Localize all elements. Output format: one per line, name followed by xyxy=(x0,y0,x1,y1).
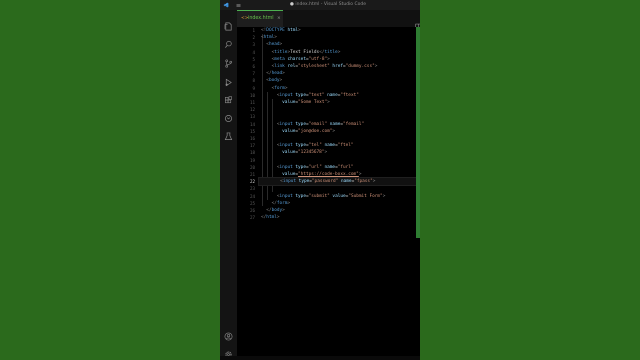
line-number: 2 xyxy=(252,35,255,41)
line-number: 7 xyxy=(252,71,255,77)
search-icon[interactable] xyxy=(224,34,233,48)
line-number: 13 xyxy=(249,114,255,120)
run-debug-icon[interactable] xyxy=(224,72,233,87)
code-line-4: <title>Text Fields</title> xyxy=(271,49,341,55)
code-line-7: </head> xyxy=(266,71,285,77)
vertical-scrollbar[interactable] xyxy=(416,27,420,238)
title-bar: ● index.html - Visual Studio Code xyxy=(220,0,420,10)
code-line-11: value="Some Text"> xyxy=(282,100,330,105)
window-title: ● index.html - Visual Studio Code xyxy=(290,2,366,7)
code-line-6: <link rel="stylesheet" href="dummy.css"> xyxy=(271,64,378,69)
line-number: 12 xyxy=(249,107,255,113)
code-line-8: <body> xyxy=(266,78,283,84)
code-line-17: value="12345678"> xyxy=(282,150,328,156)
split-editor-icon[interactable] xyxy=(415,15,420,30)
code-lines[interactable]: <!DOCTYPE html> <html> <head> <title>Tex… xyxy=(258,27,418,360)
source-control-icon[interactable] xyxy=(224,53,233,68)
code-line-13: <input type="email" name="femail" xyxy=(276,121,365,127)
line-number: 6 xyxy=(252,64,255,69)
line-number: 16 xyxy=(249,136,255,141)
tab-label: index.html xyxy=(248,16,274,21)
editor-tab-bar: <> index.html × ··· xyxy=(237,10,420,30)
code-editor[interactable]: 1 2 3 4 5 6 7 8 9 10 11 12 13 14 15 16 1… xyxy=(237,27,420,360)
activity-bar xyxy=(220,10,237,360)
code-line-2: <html> xyxy=(261,35,277,41)
code-line-25: </form> xyxy=(271,200,291,206)
line-number: 26 xyxy=(249,208,255,213)
code-line-26: </body> xyxy=(266,208,285,213)
line-number-gutter: 1 2 3 4 5 6 7 8 9 10 11 12 13 14 15 16 1… xyxy=(237,27,259,360)
testing-icon[interactable] xyxy=(224,126,233,141)
line-number: 4 xyxy=(252,49,255,55)
code-line-16: <input type="tel" name="ftel" xyxy=(276,143,354,149)
code-line-24: <input type="submit" value="Submit Form"… xyxy=(276,193,386,199)
status-strip xyxy=(220,356,420,360)
line-number: 27 xyxy=(249,215,255,221)
line-number: 19 xyxy=(249,157,255,163)
line-number: 15 xyxy=(249,128,255,134)
line-number-active: 22 xyxy=(249,179,255,185)
tab-index-html[interactable]: <> index.html × xyxy=(237,10,283,27)
code-line-5: <meta charset="utf-8"> xyxy=(271,56,330,62)
extensions-icon[interactable] xyxy=(224,90,233,104)
unsaved-dot-icon: ● xyxy=(290,2,294,7)
line-number: 20 xyxy=(249,164,255,170)
code-line-10: <input type="text" name="ftext" xyxy=(276,92,359,98)
line-number: 3 xyxy=(252,42,255,48)
code-line-22-current: <input type="password" name="fpass"> xyxy=(258,177,418,187)
line-number: 25 xyxy=(249,200,255,206)
remote-icon[interactable] xyxy=(224,108,233,123)
line-number: 23 xyxy=(249,186,255,192)
account-icon[interactable] xyxy=(224,326,233,341)
vscode-window: ● index.html - Visual Studio Code <> ind… xyxy=(220,0,420,360)
code-line-27: </html> xyxy=(261,215,280,221)
code-line-3: <head> xyxy=(266,42,283,48)
line-number: 14 xyxy=(249,121,255,127)
explorer-icon[interactable] xyxy=(224,16,233,31)
line-number: 21 xyxy=(249,172,255,177)
line-number: 11 xyxy=(249,100,255,105)
menu-icon[interactable] xyxy=(236,3,241,8)
line-number: 1 xyxy=(252,28,255,33)
vs-code-logo-icon xyxy=(223,2,229,8)
code-line-20: value="https://code-boxx.com"> xyxy=(282,172,362,177)
line-number: 24 xyxy=(249,193,255,199)
code-line-9: <form> xyxy=(271,85,288,91)
window-title-text: index.html - Visual Studio Code xyxy=(295,2,366,7)
line-number: 8 xyxy=(252,78,255,84)
settings-gear-icon[interactable] xyxy=(224,344,233,358)
code-line-14: value="jon@doe.com"> xyxy=(282,128,336,134)
line-number: 9 xyxy=(252,85,255,91)
close-icon[interactable]: × xyxy=(277,16,281,21)
code-line-19: <input type="url" name="furl" xyxy=(276,164,354,170)
line-number: 18 xyxy=(249,150,255,156)
line-number: 17 xyxy=(249,143,255,149)
code-line-1: <!DOCTYPE html> xyxy=(261,28,301,33)
line-number: 10 xyxy=(249,92,255,98)
line-number: 5 xyxy=(252,56,255,62)
